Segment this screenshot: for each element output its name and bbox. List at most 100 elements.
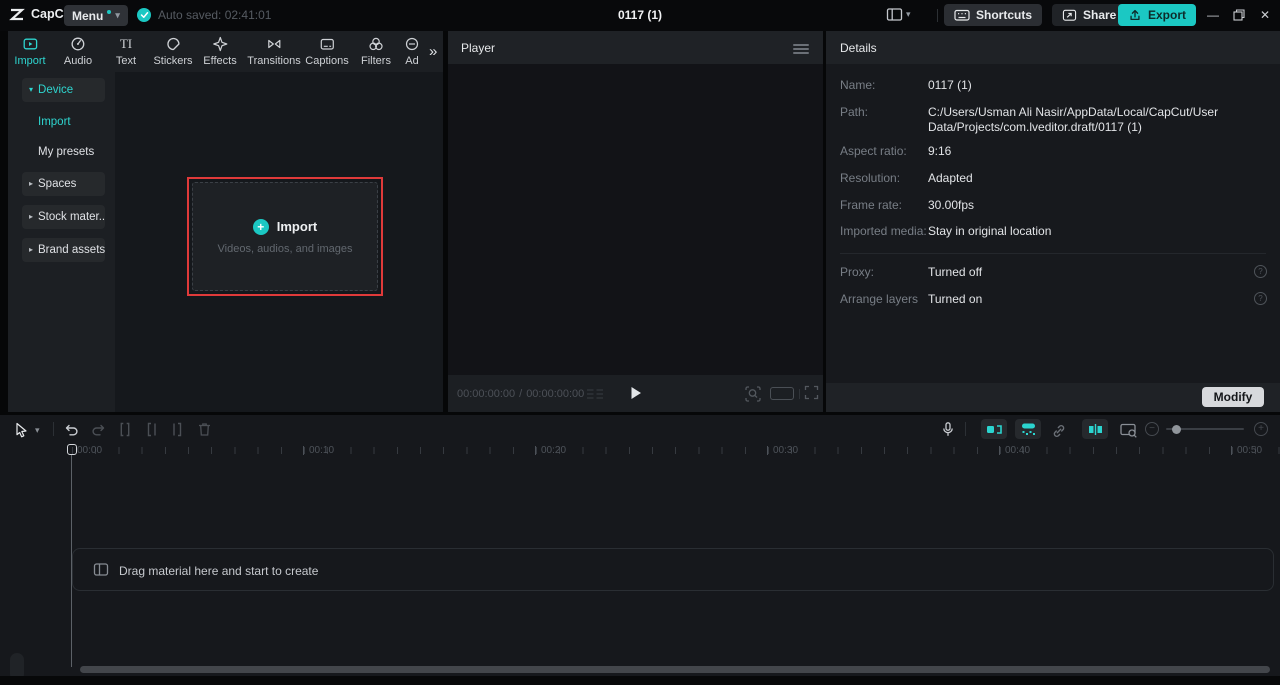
- zoom-in-icon[interactable]: +: [1254, 422, 1268, 436]
- workspace-layout-button[interactable]: ▾: [886, 7, 911, 22]
- fit-zoom-icon[interactable]: [744, 385, 762, 403]
- tab-text[interactable]: TI Text: [116, 36, 136, 67]
- cursor-tool-icon[interactable]: [14, 422, 29, 438]
- chevron-collapsed-icon: ▸: [29, 212, 34, 221]
- tab-label: Filters: [361, 55, 391, 67]
- timeline-zoom-slider[interactable]: [1166, 424, 1244, 434]
- toolbar-divider: [965, 422, 966, 436]
- slider-handle[interactable]: [1172, 424, 1181, 434]
- row-value: C:/Users/Usman Ali Nasir/AppData/Local/C…: [928, 105, 1219, 134]
- player-header: Player: [448, 31, 823, 64]
- modify-button[interactable]: Modify: [1202, 387, 1264, 407]
- sidebar-item-my-presets[interactable]: My presets: [38, 146, 94, 158]
- row-value: Adapted: [928, 171, 973, 185]
- sidebar-item-device[interactable]: ▾ Device: [22, 78, 105, 102]
- tab-label: Text: [115, 55, 137, 67]
- captions-icon: [319, 36, 335, 52]
- share-icon: [1062, 8, 1077, 22]
- details-divider: [840, 253, 1266, 254]
- export-button[interactable]: Export: [1118, 4, 1197, 26]
- horizontal-scrollbar[interactable]: [80, 666, 1270, 673]
- tab-audio[interactable]: Audio: [64, 36, 92, 67]
- row-label: Name:: [840, 78, 876, 92]
- keyboard-icon: [954, 8, 970, 22]
- row-label: Aspect ratio:: [840, 144, 907, 158]
- main-track-magnet-toggle[interactable]: [1015, 419, 1041, 439]
- close-button[interactable]: ✕: [1256, 6, 1274, 24]
- frame-grid-icon[interactable]: [586, 388, 604, 400]
- shortcuts-button[interactable]: Shortcuts: [944, 4, 1043, 26]
- ruler-label: 00:00: [77, 445, 103, 456]
- info-icon[interactable]: ?: [1254, 265, 1267, 278]
- preview-axis-icon[interactable]: [1120, 423, 1138, 438]
- tab-label: Effects: [203, 55, 237, 67]
- playhead-handle[interactable]: [67, 444, 77, 455]
- double-chevron-right-icon[interactable]: »: [429, 43, 437, 60]
- sidebar-item-label: Spaces: [38, 178, 77, 190]
- tab-captions[interactable]: Captions: [305, 36, 349, 67]
- timeline-empty-hint: Drag material here and start to create: [119, 564, 319, 578]
- tab-stickers[interactable]: Stickers: [153, 36, 193, 67]
- fullscreen-icon[interactable]: [804, 385, 819, 400]
- titlebar-divider: [937, 9, 938, 22]
- tab-label: Transitions: [247, 55, 301, 67]
- play-button[interactable]: [630, 386, 642, 400]
- export-label: Export: [1148, 8, 1187, 22]
- sidebar-item-brand-assets[interactable]: ▸ Brand assets: [22, 238, 105, 262]
- details-title: Details: [840, 41, 877, 55]
- microphone-icon[interactable]: [940, 421, 956, 438]
- undo-icon[interactable]: [63, 421, 80, 438]
- row-value: 9:16: [928, 144, 952, 158]
- share-button[interactable]: Share: [1052, 4, 1127, 26]
- ruler-label: 00:40: [998, 445, 1031, 456]
- chevron-collapsed-icon: ▸: [29, 179, 34, 188]
- tab-filters[interactable]: Filters: [361, 36, 391, 67]
- info-icon[interactable]: ?: [1254, 292, 1267, 305]
- stickers-icon: [165, 36, 181, 52]
- link-toggle[interactable]: [1051, 423, 1067, 439]
- ruler-label: 00:20: [534, 445, 567, 456]
- footer-divider: [799, 389, 800, 399]
- split-icon[interactable]: [117, 421, 133, 438]
- ruler-ticks: [72, 447, 1280, 454]
- timeline-ruler[interactable]: 00:00 00:10 00:20 00:30 00:40 00:50: [0, 443, 1280, 459]
- details-header: Details: [826, 31, 1280, 64]
- timecode-current: 00:00:00:00: [457, 388, 516, 400]
- sidebar-item-spaces[interactable]: ▸ Spaces: [22, 172, 105, 196]
- tab-transitions[interactable]: Transitions: [247, 36, 301, 67]
- restore-button[interactable]: [1230, 6, 1248, 24]
- tab-label: Ad: [405, 55, 419, 67]
- details-panel: Details Name: 0117 (1) Path: C:/Users/Us…: [826, 31, 1280, 412]
- sidebar-item-label: Import: [38, 116, 71, 128]
- row-label: Resolution:: [840, 171, 901, 185]
- ratio-button[interactable]: [770, 387, 794, 400]
- redo-icon[interactable]: [90, 421, 107, 438]
- media-panel: Import Audio TI Text Stickers Effects Tr…: [8, 31, 443, 412]
- row-label: Frame rate:: [840, 198, 903, 212]
- track-drop-area[interactable]: Drag material here and start to create: [72, 548, 1274, 591]
- bottom-strip: [0, 676, 1280, 685]
- filters-icon: [368, 36, 384, 52]
- tab-label: Captions: [305, 55, 349, 67]
- ruler-label: 00:30: [766, 445, 799, 456]
- delete-left-icon[interactable]: [144, 421, 160, 438]
- sidebar-item-label: My presets: [38, 146, 95, 158]
- zoom-out-icon[interactable]: −: [1145, 422, 1159, 436]
- tab-adjust-truncated[interactable]: Ad: [405, 36, 419, 67]
- sidebar-item-import[interactable]: Import: [38, 116, 71, 128]
- tab-effects[interactable]: Effects: [203, 36, 237, 67]
- chevron-collapsed-icon: ▸: [29, 245, 34, 254]
- chevron-down-icon[interactable]: ▾: [35, 426, 40, 435]
- trash-icon[interactable]: [196, 421, 213, 438]
- tab-import[interactable]: Import: [14, 36, 46, 67]
- hamburger-menu-icon[interactable]: [793, 44, 809, 56]
- titlebar: CapCut Menu ▾ Auto saved: 02:41:01 0117 …: [0, 0, 1280, 31]
- auto-split-toggle[interactable]: [1082, 419, 1108, 439]
- snap-toggle[interactable]: [981, 419, 1007, 439]
- audio-icon: [70, 36, 86, 52]
- minimize-button[interactable]: —: [1204, 6, 1222, 24]
- delete-right-icon[interactable]: [169, 421, 185, 438]
- export-icon: [1128, 8, 1142, 22]
- chevron-down-icon: ▾: [906, 9, 911, 19]
- sidebar-item-stock-materials[interactable]: ▸ Stock mater...: [22, 205, 105, 229]
